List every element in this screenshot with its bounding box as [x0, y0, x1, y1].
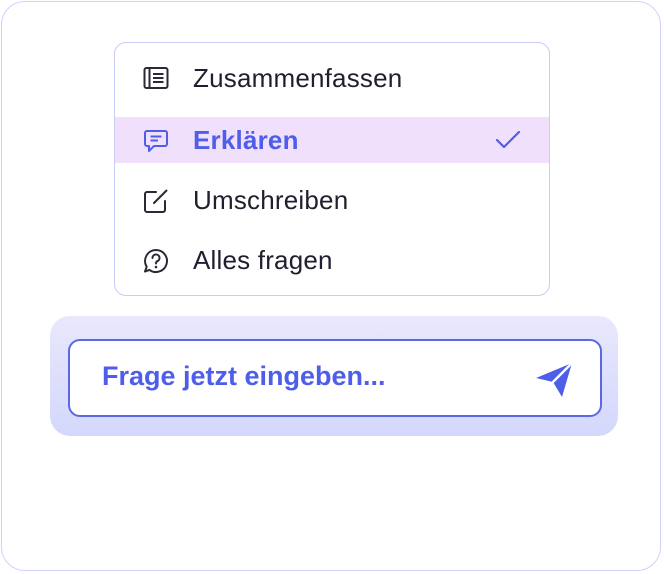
send-icon[interactable] [534, 361, 574, 399]
question-bubble-icon [143, 248, 169, 273]
menu-item-alles-fragen[interactable]: Alles fragen [115, 237, 549, 283]
edit-icon [143, 188, 169, 213]
menu-item-label: Umschreiben [193, 184, 349, 215]
list-document-icon [143, 66, 169, 90]
menu-item-erklaeren[interactable]: Erklären [115, 117, 549, 163]
checkmark-icon [493, 129, 523, 151]
menu-item-umschreiben[interactable]: Umschreiben [115, 177, 549, 223]
menu-item-label: Alles fragen [193, 244, 333, 275]
menu-item-label: Erklären [193, 124, 299, 155]
question-input-placeholder: Frage jetzt eingeben... [102, 361, 386, 391]
menu-item-zusammenfassen[interactable]: Zusammenfassen [115, 55, 549, 101]
action-menu: Zusammenfassen Erklären Umschreiben Alle… [114, 42, 550, 296]
chat-bubble-icon [143, 128, 169, 152]
question-input[interactable]: Frage jetzt eingeben... [68, 339, 602, 417]
menu-item-label: Zusammenfassen [193, 62, 403, 93]
